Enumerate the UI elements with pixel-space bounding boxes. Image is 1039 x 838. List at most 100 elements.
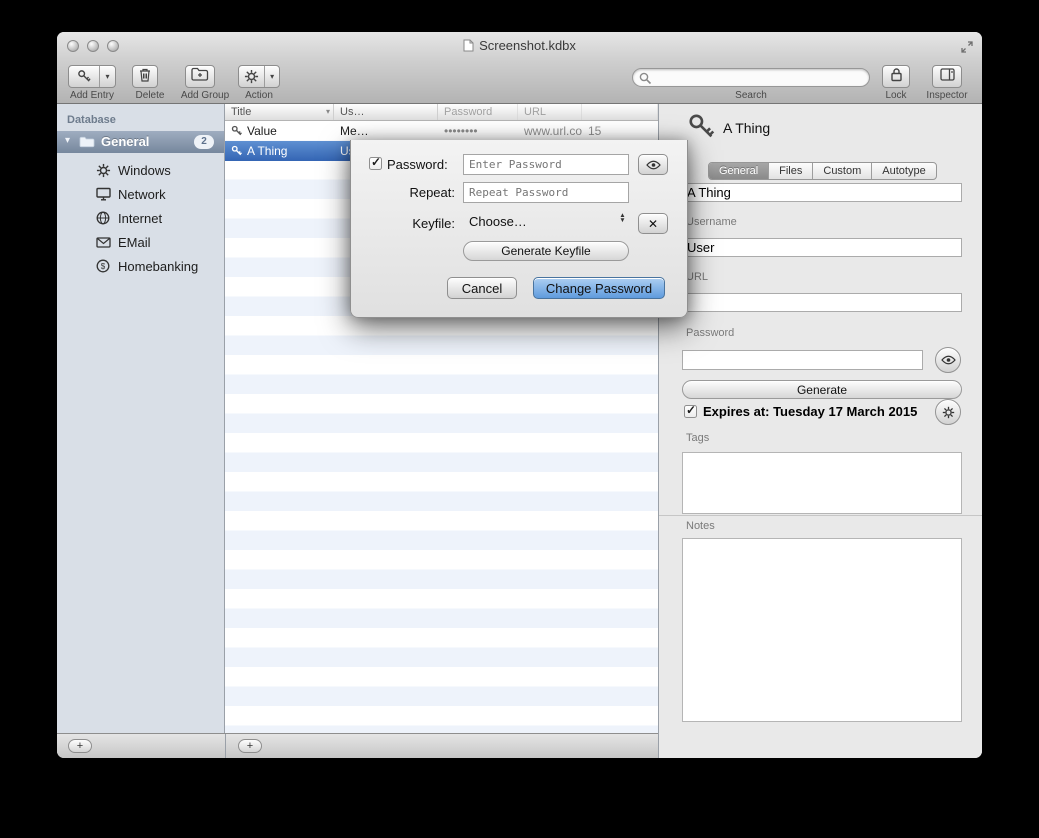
eye-icon: [941, 355, 956, 365]
tags-label: Tags: [686, 432, 709, 444]
tags-field[interactable]: [682, 452, 962, 514]
bottom-bar: + +: [57, 733, 658, 758]
gear-icon: [96, 163, 111, 178]
entry-password: ••••••••: [438, 121, 518, 141]
padlock-icon: [890, 67, 903, 87]
entry-username: Me…: [334, 121, 438, 141]
notes-field[interactable]: [682, 538, 962, 722]
chevron-down-icon[interactable]: ▾: [99, 66, 115, 87]
column-header-password[interactable]: Password: [438, 104, 518, 120]
search-field[interactable]: [632, 68, 870, 87]
window-chrome: Screenshot.kdbx ▾ Add Entry Delete Add G…: [57, 32, 982, 104]
window-title: Screenshot.kdbx: [57, 32, 982, 60]
password-field[interactable]: [682, 350, 923, 370]
delete-button[interactable]: [132, 65, 158, 88]
globe-icon: [96, 211, 110, 225]
enter-password-field[interactable]: [463, 154, 629, 175]
divider: [225, 734, 226, 758]
sheet-show-password-button[interactable]: [638, 154, 668, 175]
search-icon: [639, 72, 652, 85]
entry-url: www.url.com: [518, 121, 582, 141]
gear-icon: [942, 406, 955, 419]
sidebar-item-homebanking[interactable]: $ Homebanking: [57, 254, 224, 278]
inspector-entry-title: A Thing: [723, 120, 770, 136]
action-button[interactable]: ▾: [238, 65, 280, 88]
fullscreen-icon[interactable]: [961, 40, 973, 58]
expires-label: Expires at: Tuesday 17 March 2015: [703, 404, 917, 419]
tab-general[interactable]: General: [709, 163, 769, 179]
inspector-panel: A Thing General Files Custom Autotype Us…: [658, 104, 982, 758]
entry-title: Value: [247, 124, 277, 138]
generate-keyfile-button[interactable]: Generate Keyfile: [463, 241, 629, 261]
banking-icon: $: [96, 259, 110, 273]
inspector-panel-icon: [940, 68, 955, 86]
sidebar-item-internet[interactable]: Internet: [57, 206, 224, 230]
folder-plus-icon: [191, 67, 209, 86]
sidebar-group-general[interactable]: ▾ General 2: [57, 131, 224, 153]
gear-icon: [239, 66, 264, 87]
expires-settings-button[interactable]: [935, 399, 961, 425]
tab-files[interactable]: Files: [769, 163, 813, 179]
entry-count-badge: 2: [194, 135, 214, 149]
key-icon: [231, 125, 243, 137]
keyfile-popup-value: Choose…: [469, 214, 527, 229]
close-x-icon: ✕: [648, 217, 658, 231]
sidebar-item-label: EMail: [118, 235, 151, 250]
key-icon: [69, 66, 99, 87]
password-checkbox[interactable]: ✓: [369, 157, 382, 170]
table-header: Title▾ Us… Password URL: [225, 104, 658, 121]
add-group-button[interactable]: [185, 65, 215, 88]
checkmark-icon: ✓: [371, 155, 381, 169]
sidebar-item-label: Internet: [118, 211, 162, 226]
column-header-extra[interactable]: [582, 104, 658, 120]
url-field[interactable]: [682, 293, 962, 312]
inspector-tabs: General Files Custom Autotype: [708, 162, 937, 180]
repeat-password-field[interactable]: [463, 182, 629, 203]
entry-modified: 15: [582, 121, 658, 141]
chevron-down-icon[interactable]: ▾: [264, 66, 279, 87]
username-field[interactable]: [682, 238, 962, 257]
monitor-icon: [96, 187, 111, 201]
tab-custom[interactable]: Custom: [813, 163, 872, 179]
table-row[interactable]: Value Me… •••••••• www.url.com 15: [225, 121, 658, 141]
section-divider: [659, 515, 982, 516]
username-label: Username: [686, 216, 737, 228]
show-password-button[interactable]: [935, 347, 961, 373]
sidebar-item-label: Windows: [118, 163, 171, 178]
add-group-plus-button[interactable]: +: [68, 739, 92, 753]
password-label: Password: [686, 327, 734, 339]
sidebar-item-email[interactable]: EMail: [57, 230, 224, 254]
checkmark-icon: ✓: [686, 403, 696, 417]
add-entry-button[interactable]: ▾: [68, 65, 116, 88]
title-field[interactable]: [682, 183, 962, 202]
tab-autotype[interactable]: Autotype: [872, 163, 935, 179]
keyfile-popup[interactable]: Choose… ▲▼: [463, 211, 633, 232]
column-header-url[interactable]: URL: [518, 104, 582, 120]
svg-text:$: $: [101, 262, 106, 271]
generate-password-button[interactable]: Generate: [682, 380, 962, 399]
clear-keyfile-button[interactable]: ✕: [638, 213, 668, 234]
sheet-keyfile-label: Keyfile:: [371, 216, 455, 231]
lock-button[interactable]: [882, 65, 910, 88]
cancel-button[interactable]: Cancel: [447, 277, 517, 299]
add-entry-plus-button[interactable]: +: [238, 739, 262, 753]
action-label: Action: [224, 90, 294, 101]
stepper-arrows-icon: ▲▼: [618, 213, 627, 223]
inspector-button[interactable]: [932, 65, 962, 88]
sidebar-item-label: Network: [118, 187, 166, 202]
sidebar-item-network[interactable]: Network: [57, 182, 224, 206]
sort-indicator-icon: ▾: [326, 107, 330, 116]
key-icon: [231, 145, 243, 157]
sheet-repeat-label: Repeat:: [371, 185, 455, 200]
disclosure-triangle-icon[interactable]: ▾: [65, 135, 70, 146]
expires-checkbox[interactable]: ✓: [684, 405, 697, 418]
column-header-username[interactable]: Us…: [334, 104, 438, 120]
sidebar-item-windows[interactable]: Windows: [57, 158, 224, 182]
key-icon: [687, 112, 717, 142]
search-input[interactable]: [655, 70, 860, 85]
window-title-text: Screenshot.kdbx: [479, 38, 576, 53]
change-password-button[interactable]: Change Password: [533, 277, 665, 299]
column-header-title[interactable]: Title▾: [225, 104, 334, 120]
sidebar-group-label: General: [101, 134, 149, 149]
sidebar: Database ▾ General 2 Windows Network Int…: [57, 104, 225, 733]
